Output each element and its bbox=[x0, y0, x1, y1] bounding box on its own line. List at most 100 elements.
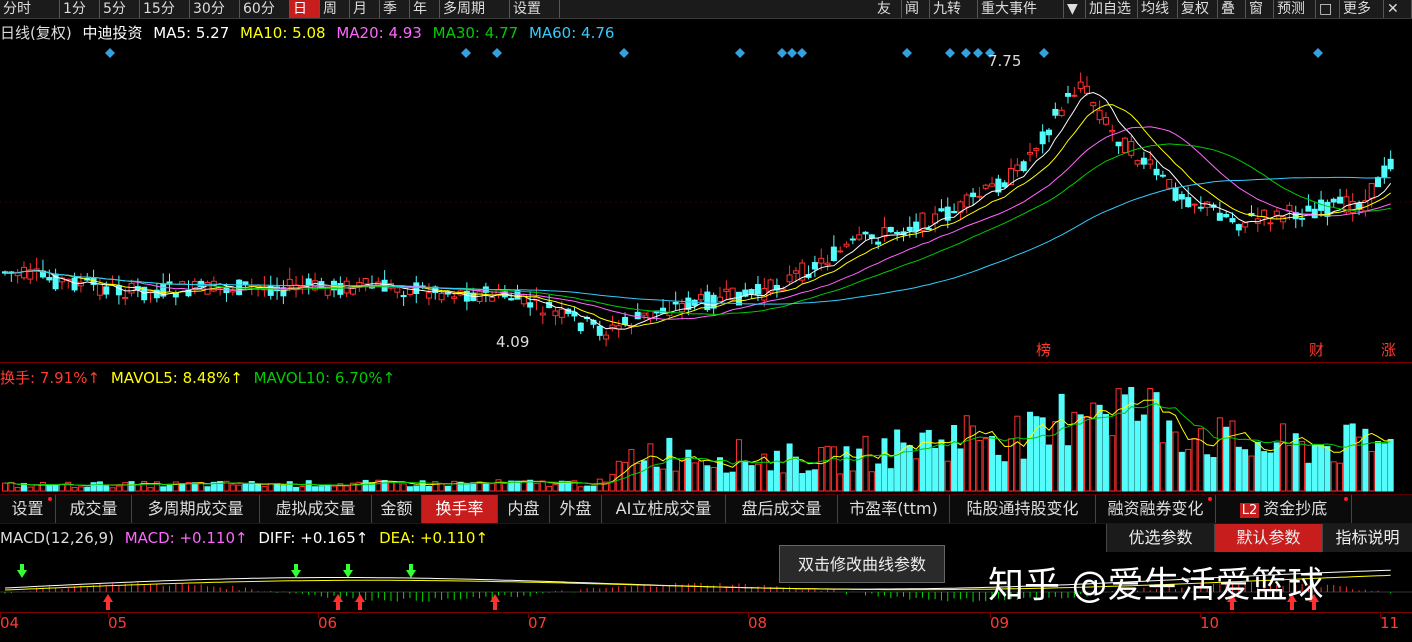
indicator-tab-2[interactable]: 多周期成交量 bbox=[132, 495, 260, 523]
period-button-0[interactable]: 分时 bbox=[0, 0, 60, 18]
tab-label: 虚拟成交量 bbox=[275, 499, 356, 518]
period-button-3[interactable]: 15分 bbox=[140, 0, 190, 18]
indicator-tab-0[interactable]: 设置 bbox=[0, 495, 56, 523]
cai-badge[interactable]: 财 bbox=[1309, 339, 1324, 360]
indicator-tab-4[interactable]: 金额 bbox=[372, 495, 422, 523]
candle-body bbox=[906, 226, 913, 232]
volume-bar bbox=[1109, 435, 1116, 492]
candle-body bbox=[818, 257, 825, 264]
period-button-7[interactable]: 周 bbox=[320, 0, 350, 18]
indicator-tab-8[interactable]: AI立桩成交量 bbox=[602, 495, 726, 523]
indicator-tab-3[interactable]: 虚拟成交量 bbox=[260, 495, 372, 523]
candle-body bbox=[1337, 196, 1344, 204]
toolbar-button-11[interactable]: □ bbox=[1316, 0, 1340, 18]
indicator-tab-5[interactable]: 换手率 bbox=[422, 495, 498, 523]
turnover-value: 换手: 7.91%↑ bbox=[0, 369, 101, 387]
period-button-8[interactable]: 月 bbox=[350, 0, 380, 18]
toolbar-button-2[interactable]: 九转 bbox=[930, 0, 978, 18]
bang-badge[interactable]: 榜 bbox=[1036, 339, 1051, 360]
volume-bar bbox=[754, 463, 761, 492]
toolbar-button-3[interactable]: 重大事件 bbox=[978, 0, 1064, 18]
candle-body bbox=[343, 280, 350, 294]
toolbar-button-10[interactable]: 预测 bbox=[1274, 0, 1316, 18]
volume-bar bbox=[267, 482, 274, 492]
indicator-tab-9[interactable]: 盘后成交量 bbox=[726, 495, 838, 523]
zhang-badge[interactable]: 涨 bbox=[1381, 339, 1396, 360]
toolbar-button-6[interactable]: 均线 bbox=[1138, 0, 1178, 18]
period-button-4[interactable]: 30分 bbox=[190, 0, 240, 18]
turnover-bar-chart[interactable] bbox=[0, 387, 1412, 493]
candle-body bbox=[672, 301, 679, 305]
candle-body bbox=[1033, 147, 1040, 151]
event-diamond-icon bbox=[973, 48, 983, 58]
candle-body bbox=[1077, 81, 1084, 89]
volume-bar bbox=[1267, 452, 1274, 492]
volume-bar bbox=[780, 472, 787, 492]
volume-bar bbox=[255, 483, 262, 492]
volume-bar bbox=[1235, 446, 1242, 492]
indicator-tab-1[interactable]: 成交量 bbox=[56, 495, 132, 523]
indicator-help-button[interactable]: 指标说明 bbox=[1322, 524, 1412, 552]
event-diamond-icon bbox=[492, 48, 502, 58]
candle-body bbox=[172, 292, 179, 298]
period-button-12[interactable]: 设置 bbox=[510, 0, 560, 18]
candle-body bbox=[286, 278, 293, 287]
toolbar-button-4[interactable]: ▼ bbox=[1064, 0, 1086, 18]
event-diamond-icon bbox=[735, 48, 745, 58]
toolbar-button-13[interactable]: ✕ bbox=[1384, 0, 1412, 18]
indicator-tab-6[interactable]: 内盘 bbox=[498, 495, 550, 523]
period-button-11[interactable]: 多周期 bbox=[440, 0, 510, 18]
volume-bar bbox=[761, 453, 768, 492]
indicator-tab-10[interactable]: 市盈率(ttm) bbox=[838, 495, 950, 523]
volume-bar bbox=[660, 468, 667, 492]
volume-bar bbox=[868, 471, 875, 492]
x-tick-mark bbox=[318, 612, 319, 618]
price-candlestick-chart[interactable] bbox=[0, 42, 1412, 362]
candle-body bbox=[96, 283, 103, 296]
toolbar-button-1[interactable]: 闻 bbox=[902, 0, 930, 18]
toolbar-button-5[interactable]: 加自选 bbox=[1086, 0, 1138, 18]
buy-arrow-icon bbox=[333, 594, 343, 610]
volume-bar bbox=[767, 470, 774, 492]
candle-body bbox=[780, 288, 787, 291]
optimize-params-button[interactable]: 优选参数 bbox=[1106, 524, 1214, 552]
volume-bar bbox=[236, 484, 243, 492]
toolbar-button-12[interactable]: 更多 bbox=[1340, 0, 1384, 18]
period-button-10[interactable]: 年 bbox=[410, 0, 440, 18]
volume-bar bbox=[318, 486, 325, 492]
indicator-tab-7[interactable]: 外盘 bbox=[550, 495, 602, 523]
period-button-1[interactable]: 1分 bbox=[60, 0, 100, 18]
toolbar-button-7[interactable]: 复权 bbox=[1178, 0, 1218, 18]
x-tick-11: 11 bbox=[1380, 614, 1400, 632]
ma-line-5 bbox=[5, 91, 1392, 330]
toolbar-button-9[interactable]: 窗 bbox=[1246, 0, 1274, 18]
candle-body bbox=[1115, 141, 1122, 147]
candle-body bbox=[1083, 85, 1090, 94]
volume-bar bbox=[425, 485, 432, 492]
candle-body bbox=[1159, 174, 1166, 177]
volume-bar bbox=[913, 458, 920, 492]
volume-bar bbox=[1197, 428, 1204, 492]
volume-bar bbox=[710, 466, 717, 492]
period-button-9[interactable]: 季 bbox=[380, 0, 410, 18]
macd-name: MACD(12,26,9) bbox=[0, 529, 114, 547]
volume-bar bbox=[261, 485, 268, 492]
candle-body bbox=[400, 294, 407, 298]
indicator-tab-12[interactable]: 融资融券变化 bbox=[1096, 495, 1216, 523]
candle-body bbox=[716, 296, 723, 302]
volume-bar bbox=[666, 437, 673, 492]
volume-bar bbox=[837, 473, 844, 492]
candle-body bbox=[1185, 197, 1192, 208]
candle-body bbox=[754, 284, 761, 295]
period-button-6[interactable]: 日 bbox=[290, 0, 320, 18]
toolbar-button-0[interactable]: 友 bbox=[874, 0, 902, 18]
volume-bar bbox=[242, 483, 249, 492]
period-button-2[interactable]: 5分 bbox=[100, 0, 140, 18]
candle-body bbox=[1166, 179, 1173, 189]
default-params-button[interactable]: 默认参数 bbox=[1214, 524, 1322, 552]
indicator-tab-13[interactable]: L2 资金抄底 bbox=[1216, 495, 1352, 523]
period-button-5[interactable]: 60分 bbox=[240, 0, 290, 18]
indicator-tab-11[interactable]: 陆股通持股变化 bbox=[950, 495, 1096, 523]
toolbar-button-8[interactable]: 叠 bbox=[1218, 0, 1246, 18]
volume-bar bbox=[1305, 462, 1312, 492]
